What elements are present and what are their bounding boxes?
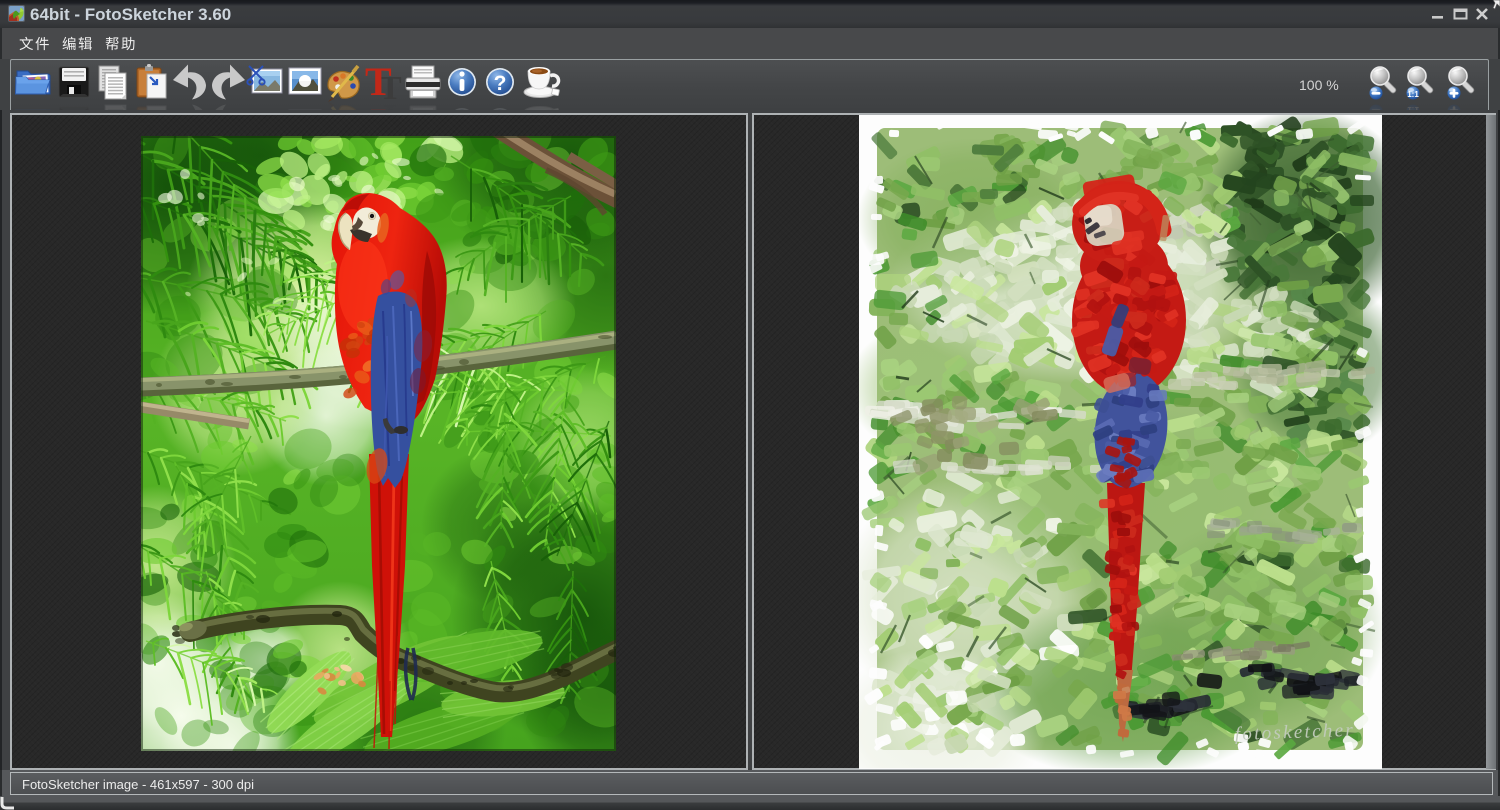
svg-text:?: ? [494,72,507,95]
svg-text:1:1: 1:1 [1407,90,1419,99]
